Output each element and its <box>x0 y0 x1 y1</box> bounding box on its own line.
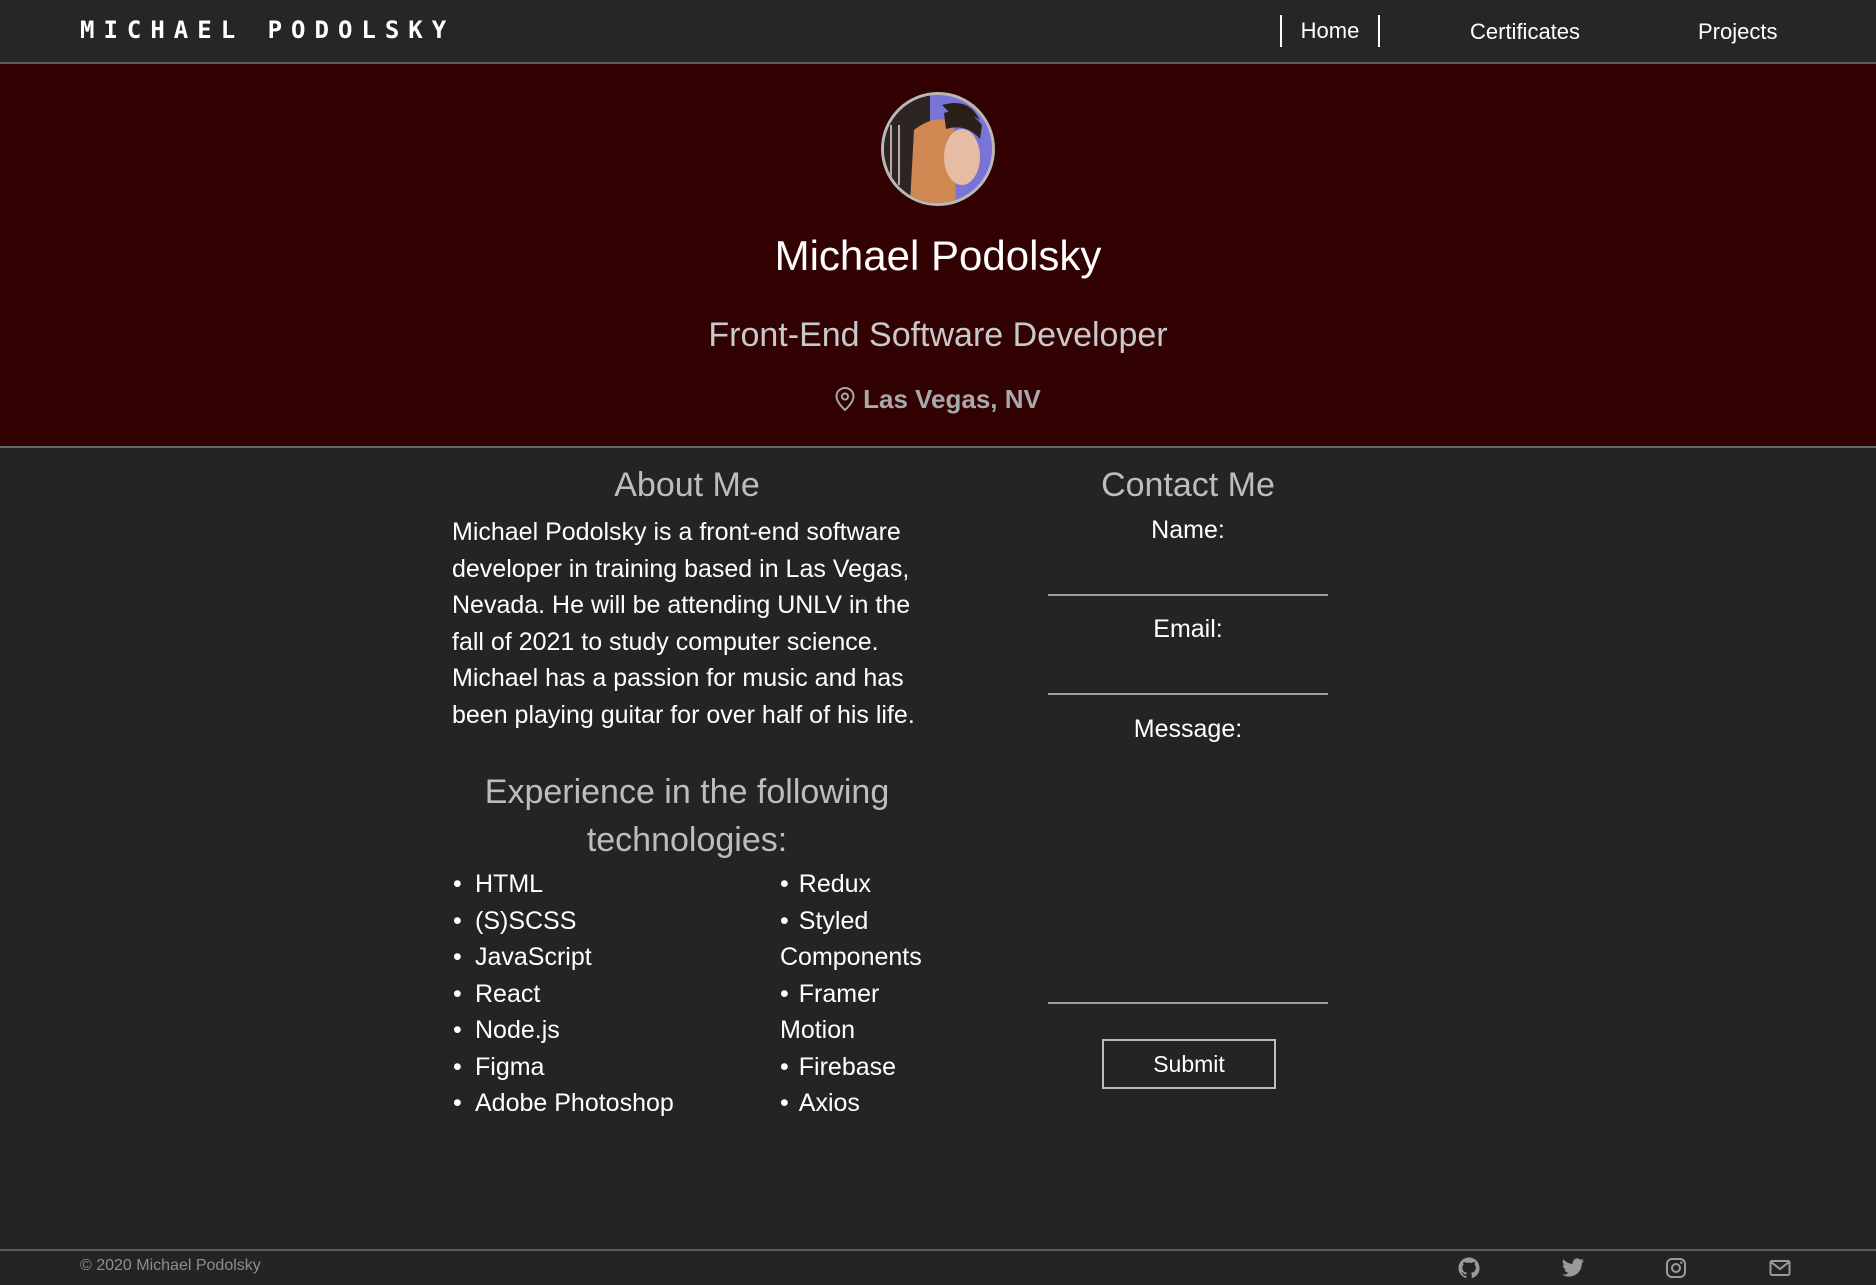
nav-link-home[interactable]: Home <box>1280 15 1380 47</box>
tech-list-left: HTML (S)SCSS JavaScript React Node.js Fi… <box>452 866 752 1122</box>
hero-banner: Michael Podolsky Front-End Software Deve… <box>0 64 1876 448</box>
message-field[interactable] <box>1048 758 1328 1004</box>
list-item: Figma <box>452 1049 752 1086</box>
list-item: (S)SCSS <box>452 903 752 940</box>
nav-link-certificates[interactable]: Certificates <box>1470 19 1580 45</box>
email-field[interactable] <box>1048 657 1328 695</box>
list-item: JavaScript <box>452 939 752 976</box>
contact-heading: Contact Me <box>1101 466 1275 504</box>
list-item: Framer Motion <box>780 976 950 1049</box>
site-brand[interactable]: MICHAEL PODOLSKY <box>80 16 455 44</box>
message-label: Message: <box>1133 715 1243 743</box>
submit-button[interactable]: Submit <box>1102 1039 1276 1089</box>
top-navbar: MICHAEL PODOLSKY Home Certificates Proje… <box>0 0 1876 64</box>
experience-heading: Experience in the following technologies… <box>484 773 890 859</box>
list-item: HTML <box>452 866 752 903</box>
copyright-text: © 2020 Michael Podolsky <box>80 1257 261 1274</box>
list-item: Styled Components <box>780 903 950 976</box>
profile-title: Front-End Software Developer <box>708 316 1168 354</box>
profile-name: Michael Podolsky <box>774 232 1102 279</box>
about-heading: About Me <box>614 466 760 504</box>
map-pin-icon <box>835 384 863 414</box>
location-text: Las Vegas, NV <box>863 384 1041 414</box>
about-paragraph: Michael Podolsky is a front-end software… <box>452 518 915 729</box>
list-item: Axios <box>780 1085 950 1122</box>
list-item: Firebase <box>780 1049 950 1086</box>
list-item: Adobe Photoshop <box>452 1085 752 1122</box>
github-icon[interactable] <box>1457 1256 1481 1280</box>
list-item: React <box>452 976 752 1013</box>
mail-icon[interactable] <box>1768 1256 1792 1280</box>
name-label: Name: <box>1151 516 1225 544</box>
name-field[interactable] <box>1048 558 1328 596</box>
twitter-icon[interactable] <box>1561 1256 1585 1280</box>
avatar <box>881 92 995 206</box>
list-item: Node.js <box>452 1012 752 1049</box>
tech-list-right: Redux Styled Components Framer Motion Fi… <box>780 866 950 1122</box>
footer: © 2020 Michael Podolsky <box>0 1249 1876 1283</box>
nav-link-projects[interactable]: Projects <box>1698 19 1777 45</box>
profile-location: Las Vegas, NV <box>0 384 1876 415</box>
email-label: Email: <box>1153 615 1223 643</box>
list-item: Redux <box>780 866 950 903</box>
instagram-icon[interactable] <box>1664 1256 1688 1280</box>
